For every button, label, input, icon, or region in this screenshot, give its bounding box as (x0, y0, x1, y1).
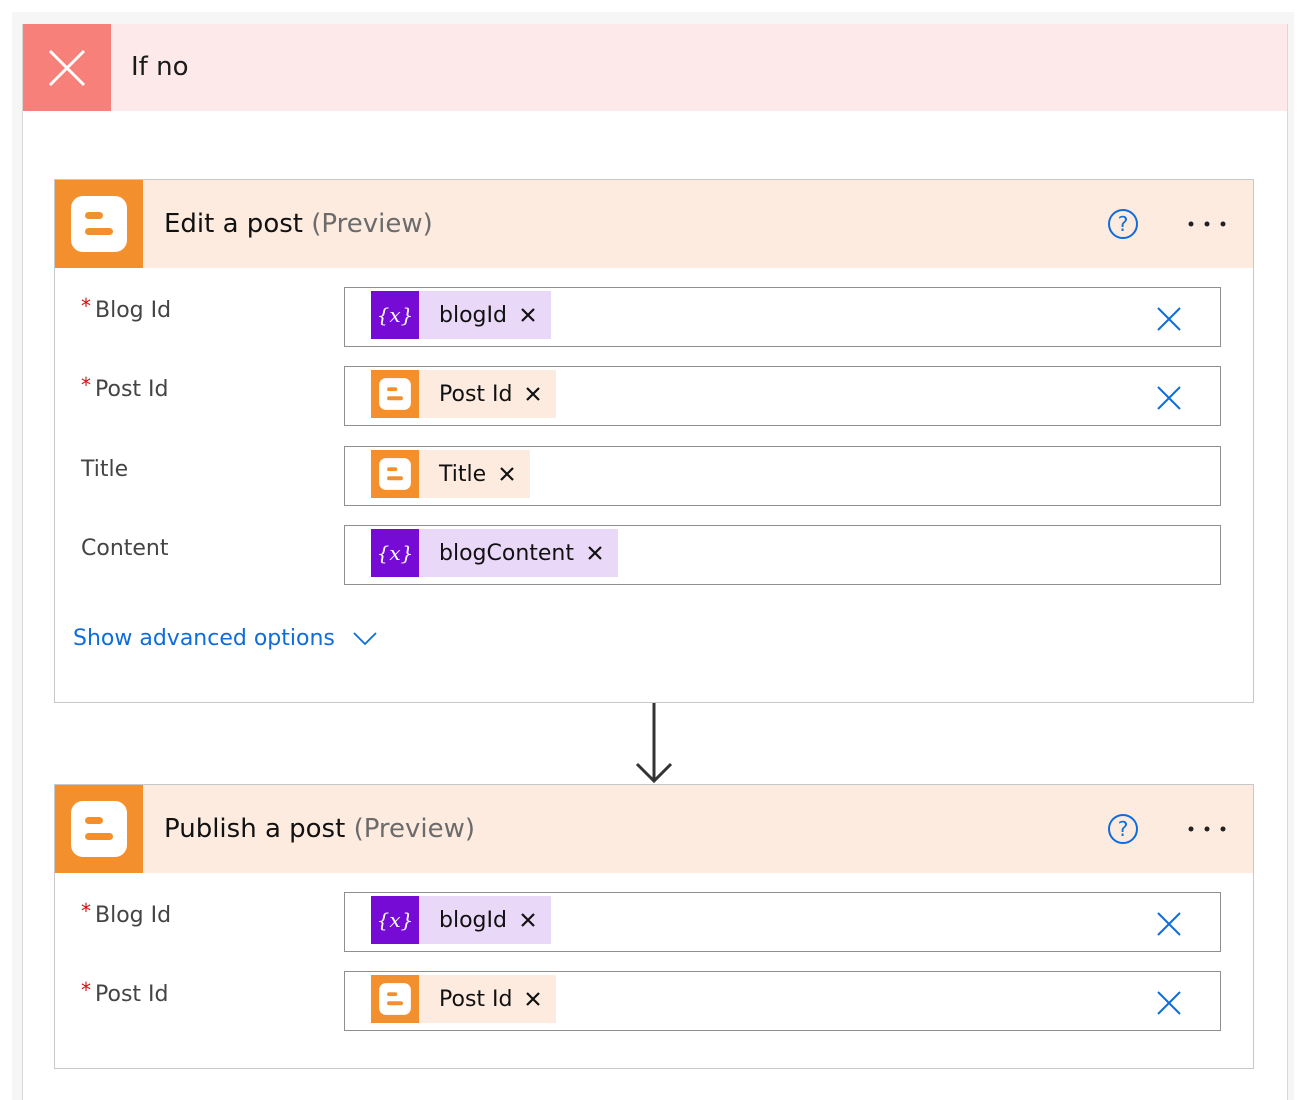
field-label-text: Post Id (95, 982, 169, 1007)
token-blogcontent[interactable]: {x} blogContent (371, 529, 618, 577)
remove-token-icon[interactable] (519, 911, 537, 929)
blogger-logo-icon (371, 450, 419, 498)
blogger-logo-icon (371, 370, 419, 418)
card-title: Publish a post (Preview) (164, 814, 475, 844)
clear-field-icon[interactable] (1156, 385, 1182, 411)
card-title: Edit a post (Preview) (164, 209, 433, 239)
edit-post-card: Edit a post (Preview) ? * Blog Id {x} blo… (54, 179, 1254, 703)
token-blogid[interactable]: {x} blogId (371, 291, 551, 339)
required-marker: * (81, 373, 91, 397)
blogger-logo-icon (55, 785, 143, 873)
token-label: blogId (439, 302, 507, 328)
publish-post-card: Publish a post (Preview) ? * Blog Id {x} … (54, 784, 1254, 1069)
card-title-text: Edit a post (164, 209, 303, 239)
field-label-post-id: * Post Id (81, 978, 169, 1007)
token-label: Title (439, 461, 487, 487)
blogger-logo-icon (371, 975, 419, 1023)
show-advanced-options-link[interactable]: Show advanced options (73, 626, 377, 651)
post-id-input[interactable]: Post Id (344, 971, 1221, 1031)
field-label-content: Content (81, 536, 169, 561)
clear-field-icon[interactable] (1156, 990, 1182, 1016)
field-label-title: Title (81, 457, 128, 482)
variable-icon: {x} (371, 896, 419, 944)
field-label-text: Post Id (95, 377, 169, 402)
card-preview-label: (Preview) (353, 814, 476, 844)
blog-id-input[interactable]: {x} blogId (344, 892, 1221, 952)
if-no-title: If no (131, 52, 189, 82)
remove-token-icon[interactable] (586, 544, 604, 562)
remove-token-icon[interactable] (524, 385, 542, 403)
token-post-id[interactable]: Post Id (371, 975, 557, 1023)
card-preview-label: (Preview) (311, 209, 433, 239)
title-input[interactable]: Title (344, 446, 1221, 506)
field-label-text: Blog Id (95, 903, 172, 928)
required-marker: * (81, 899, 91, 923)
field-label-text: Blog Id (95, 298, 172, 323)
required-marker: * (81, 978, 91, 1002)
clear-field-icon[interactable] (1156, 911, 1182, 937)
help-circle-icon[interactable]: ? (1107, 208, 1139, 240)
field-label-text: Content (81, 536, 169, 561)
variable-icon: {x} (371, 529, 419, 577)
advanced-options-label: Show advanced options (73, 626, 335, 651)
if-no-header[interactable]: If no (23, 24, 1287, 111)
variable-icon: {x} (371, 291, 419, 339)
required-marker: * (81, 294, 91, 318)
close-icon (23, 24, 111, 111)
clear-field-icon[interactable] (1156, 306, 1182, 332)
field-label-blog-id: * Blog Id (81, 294, 172, 323)
publish-post-header[interactable]: Publish a post (Preview) ? (55, 785, 1253, 873)
svg-text:?: ? (1118, 817, 1129, 841)
card-title-text: Publish a post (164, 814, 346, 844)
token-label: blogId (439, 907, 507, 933)
token-label: Post Id (439, 381, 513, 407)
down-arrow-icon (635, 703, 673, 784)
chevron-down-icon (353, 631, 377, 645)
more-ellipsis-icon[interactable] (1185, 216, 1229, 232)
remove-token-icon[interactable] (519, 306, 537, 324)
content-input[interactable]: {x} blogContent (344, 525, 1221, 585)
more-ellipsis-icon[interactable] (1185, 821, 1229, 837)
field-label-text: Title (81, 457, 129, 482)
help-circle-icon[interactable]: ? (1107, 813, 1139, 845)
token-label: Post Id (439, 986, 513, 1012)
edit-post-header[interactable]: Edit a post (Preview) ? (55, 180, 1253, 268)
blogger-logo-icon (55, 180, 143, 268)
svg-text:?: ? (1118, 212, 1129, 236)
token-post-id[interactable]: Post Id (371, 370, 557, 418)
token-title[interactable]: Title (371, 450, 531, 498)
remove-token-icon[interactable] (524, 990, 542, 1008)
post-id-input[interactable]: Post Id (344, 366, 1221, 426)
remove-token-icon[interactable] (498, 465, 516, 483)
field-label-post-id: * Post Id (81, 373, 169, 402)
token-label: blogContent (439, 540, 574, 566)
field-label-blog-id: * Blog Id (81, 899, 172, 928)
token-blogid[interactable]: {x} blogId (371, 896, 551, 944)
blog-id-input[interactable]: {x} blogId (344, 287, 1221, 347)
